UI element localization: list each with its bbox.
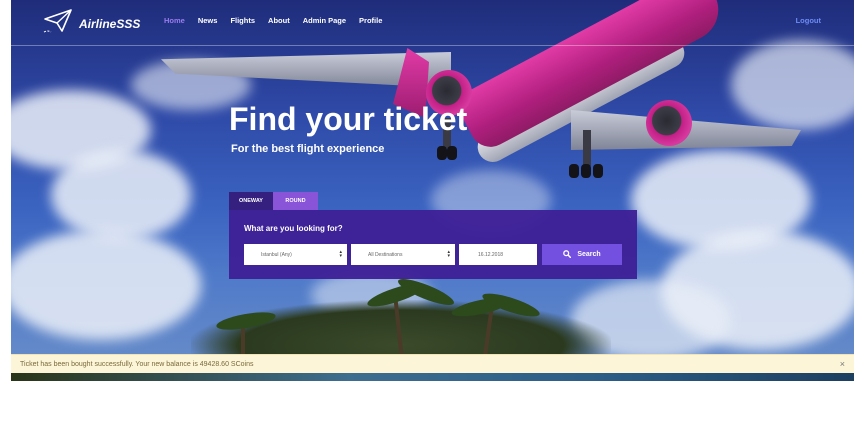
tab-oneway[interactable]: ONEWAY [229,192,273,210]
nav-profile[interactable]: Profile [359,16,382,25]
origin-select[interactable]: Istanbul (Any) ▴ ▾ [244,244,347,265]
main-nav: Home News Flights About Admin Page Profi… [164,16,395,25]
select-arrows-icon: ▴ ▾ [447,249,450,259]
hero-subtitle: For the best flight experience [231,143,385,155]
destination-select[interactable]: All Destinations ▴ ▾ [351,244,455,265]
search-button[interactable]: Search [542,244,622,265]
search-panel: What are you looking for? Istanbul (Any)… [229,210,637,279]
search-button-label: Search [577,251,601,258]
search-icon [563,249,577,260]
logout-link[interactable]: Logout [796,16,821,25]
brand-name: AirlineSSS [79,16,141,31]
brand-logo[interactable]: AirlineSSS [43,8,140,39]
origin-value: Istanbul (Any) [261,251,292,258]
trip-type-tabs: ONEWAY ROUND [229,192,318,210]
close-icon[interactable]: × [840,359,845,369]
nav-news[interactable]: News [198,16,218,25]
nav-flights[interactable]: Flights [230,16,255,25]
tab-round[interactable]: ROUND [273,192,318,210]
nav-home[interactable]: Home [164,16,185,25]
paper-plane-icon [43,8,73,39]
nav-admin-page[interactable]: Admin Page [303,16,346,25]
hero-title: Find your ticket [229,101,468,137]
search-heading: What are you looking for? [244,224,343,233]
top-navbar: AirlineSSS Home News Flights About Admin… [11,0,854,46]
hero-bottom-strip [11,373,854,381]
date-input[interactable]: 16.12.2018 [459,244,537,265]
date-value: 16.12.2018 [478,251,504,258]
select-arrows-icon: ▴ ▾ [339,249,342,259]
success-alert: Ticket has been bought successfully. You… [11,354,854,373]
hero-background [11,0,854,381]
nav-about[interactable]: About [268,16,290,25]
alert-message: Ticket has been bought successfully. You… [20,360,254,368]
destination-value: All Destinations [368,251,403,258]
